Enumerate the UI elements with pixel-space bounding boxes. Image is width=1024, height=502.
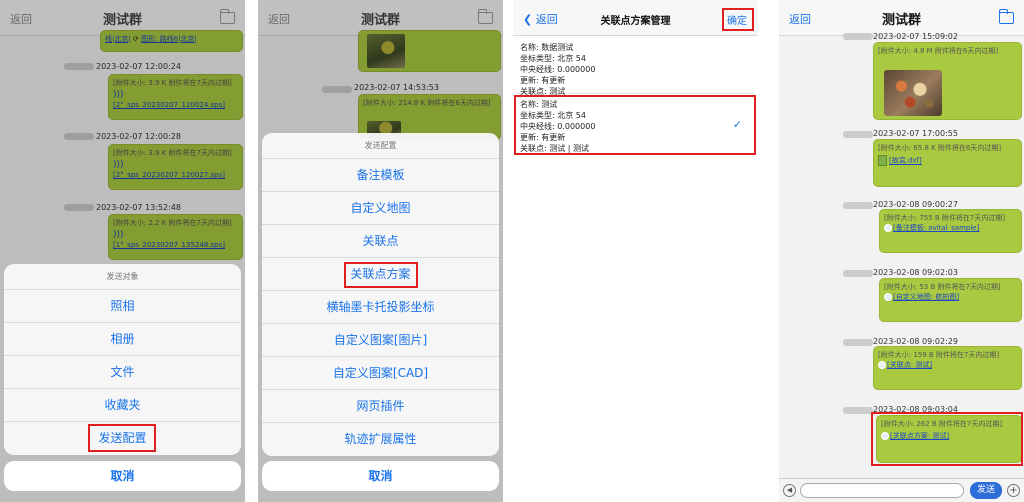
globe-icon: [878, 361, 886, 369]
sheet-item-custom-pattern-image[interactable]: 自定义图案[图片]: [262, 324, 499, 357]
sheet-item-utm-coords[interactable]: 横轴墨卡托投影坐标: [262, 291, 499, 324]
file-icon: [878, 155, 887, 166]
attachment-link[interactable]: [备注模板: ovital_sample]: [893, 224, 979, 232]
screen-scheme-manager: ❮ 返回 关联点方案管理 确定 名称: 数据测试 坐标类型: 北京 54 中央经…: [513, 0, 758, 502]
globe-icon: [884, 224, 892, 232]
sheet-item-custom-map[interactable]: 自定义地图: [262, 192, 499, 225]
message-bubble[interactable]: [附件大小: 4.8 M 附件将在6天内过期]: [873, 42, 1022, 120]
sheet-item-linked-point[interactable]: 关联点: [262, 225, 499, 258]
nav-bar: 返回 测试群: [779, 0, 1024, 36]
globe-icon: [884, 293, 892, 301]
sheet-header: 发送对象: [4, 264, 241, 290]
message-bubble[interactable]: [附件大小: 65.8 K 附件将在6天内过期] [故宫.dxf]: [873, 139, 1022, 187]
sheet-item-favorites[interactable]: 收藏夹: [4, 389, 241, 422]
scheme-item[interactable]: 名称: 数据测试 坐标类型: 北京 54 中央经线: 0.000000 更新: …: [517, 40, 754, 96]
sheet-header: 发送配置: [262, 133, 499, 159]
send-button[interactable]: 发送: [970, 482, 1002, 499]
sheet-item-note-template[interactable]: 备注模板: [262, 159, 499, 192]
attachment-link[interactable]: [关联点: 测试]: [887, 361, 932, 369]
screen-chat-result: 返回 测试群 2023-02-07 15:09:02 [附件大小: 4.8 M …: [779, 0, 1024, 502]
message-time: 2023-02-07 15:09:02: [873, 32, 958, 41]
sheet-item-camera[interactable]: 照相: [4, 290, 241, 323]
highlight-box: [722, 8, 754, 31]
plus-icon[interactable]: +: [1007, 484, 1020, 497]
message-bubble[interactable]: [附件大小: 159 B 附件将在7天内过期] [关联点: 测试]: [873, 346, 1022, 390]
highlight-box: [871, 412, 1023, 466]
cancel-button[interactable]: 取消: [262, 461, 499, 491]
attachment-info: [附件大小: 159 B 附件将在7天内过期]: [878, 351, 1000, 359]
attachment-info: [附件大小: 4.8 M 附件将在6天内过期]: [878, 47, 999, 55]
message-time: 2023-02-08 09:00:27: [873, 200, 958, 209]
attachment-info: [附件大小: 53 B 附件将在7天内过期]: [884, 283, 1001, 291]
attachment-link[interactable]: [故宫.dxf]: [889, 157, 922, 165]
highlight-box: [88, 424, 156, 452]
message-time: 2023-02-07 17:00:55: [873, 129, 958, 138]
screen-send-target: 返回 测试群 线|北京| ⟳ 图形: 路线6|北京| 2023-02-07 12…: [0, 0, 245, 502]
message-time: 2023-02-08 09:02:03: [873, 268, 958, 277]
sheet-item-track-attributes[interactable]: 轨迹扩展属性: [262, 423, 499, 456]
highlight-box: [344, 262, 418, 288]
message-input[interactable]: [800, 483, 964, 498]
message-bubble[interactable]: [附件大小: 53 B 附件将在7天内过期] [自定义地图: 航拍图]: [879, 278, 1022, 322]
message-time: 2023-02-08 09:02:29: [873, 337, 958, 346]
voice-toggle-icon[interactable]: ◀: [783, 484, 796, 497]
cancel-button[interactable]: 取消: [4, 461, 241, 491]
attachment-info: [附件大小: 755 B 附件将在7天内过期]: [884, 214, 1006, 222]
sheet-item-web-plugin[interactable]: 网页插件: [262, 390, 499, 423]
sheet-item-file[interactable]: 文件: [4, 356, 241, 389]
folder-icon[interactable]: [999, 9, 1014, 24]
image-thumbnail[interactable]: [884, 70, 942, 116]
attachment-link[interactable]: [自定义地图: 航拍图]: [893, 293, 959, 301]
input-bar: ◀ 发送 +: [779, 478, 1024, 502]
sheet-item-album[interactable]: 相册: [4, 323, 241, 356]
attachment-info: [附件大小: 65.8 K 附件将在6天内过期]: [878, 144, 1002, 152]
action-sheet: 发送配置 备注模板 自定义地图 关联点 关联点方案 横轴墨卡托投影坐标 自定义图…: [262, 133, 499, 456]
chat-title: 测试群: [881, 13, 921, 28]
sheet-item-custom-pattern-cad[interactable]: 自定义图案[CAD]: [262, 357, 499, 390]
highlight-box: [514, 95, 756, 155]
message-bubble[interactable]: [附件大小: 755 B 附件将在7天内过期] [备注模板: ovital_sa…: [879, 209, 1022, 253]
screen-send-config: 返回 测试群 2023-02-07 14:53:53 [附件大小: 214.8 …: [258, 0, 503, 502]
